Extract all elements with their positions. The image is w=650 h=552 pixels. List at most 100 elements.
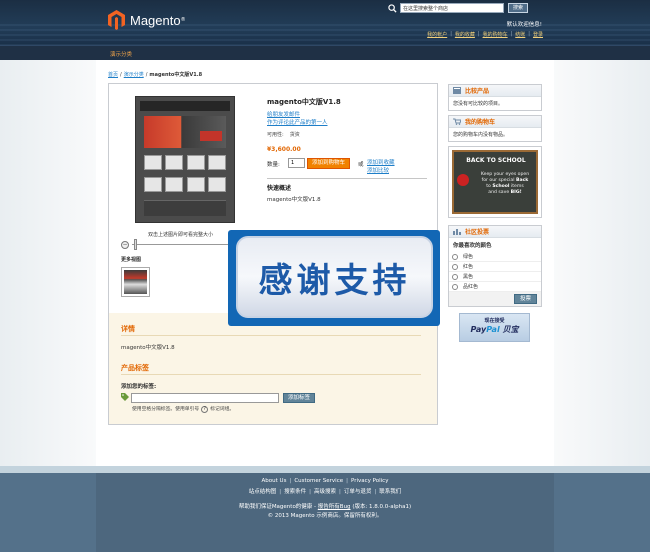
poll-option[interactable]: 红色 [449, 262, 541, 272]
paypal-logo-pay: Pay [470, 325, 487, 334]
footer-privacy-policy[interactable]: Privacy Policy [351, 478, 388, 484]
product-image[interactable] [135, 96, 235, 223]
footer-separator: | [309, 489, 311, 495]
breadcrumb-category[interactable]: 演示分类 [124, 72, 144, 78]
zoom-slider-track[interactable] [132, 244, 232, 245]
tags-heading: 产品标签 [121, 364, 149, 372]
ad-title: BACK TO SCHOOL [466, 157, 526, 164]
more-views-heading: 更多视图 [121, 257, 142, 263]
footer-customer-service[interactable]: Customer Service [294, 478, 343, 484]
footer-links-row-1: About Us | Customer Service | Privacy Policy [0, 478, 650, 484]
vote-button[interactable]: 投票 [513, 294, 537, 304]
ad-line4: items [510, 184, 524, 189]
add-tag-button[interactable]: 添加标签 [283, 393, 316, 403]
link-checkout[interactable]: 结账 [515, 31, 525, 38]
tag-icon [121, 393, 129, 401]
product-image-header [140, 101, 230, 111]
compare-products-block: 比较产品 您没有可比较的项目。 [448, 84, 542, 111]
footer-advanced-search[interactable]: 高级搜索 [314, 489, 336, 495]
footer-separator: | [374, 489, 377, 495]
radio-button[interactable] [452, 263, 458, 270]
link-my-account[interactable]: 我的帐户 [427, 31, 447, 38]
community-poll-title: 社区投票 [465, 229, 490, 236]
search-button[interactable]: 搜索 [508, 3, 529, 13]
nav-item-demo-category[interactable]: 演示分类 [110, 50, 132, 58]
poll-option-label: 绿色 [463, 254, 474, 260]
divider [121, 374, 421, 375]
footer-separator: | [279, 489, 282, 495]
my-cart-title: 我的购物车 [465, 119, 496, 126]
product-image-cell [207, 177, 226, 192]
poll-option[interactable]: 绿色 [449, 252, 541, 262]
product-image-cell [186, 155, 205, 170]
compare-icon [453, 87, 461, 94]
ad-bold2: School [492, 184, 510, 189]
product-image-banner-badge [200, 131, 222, 141]
footer-search-terms[interactable]: 搜索条件 [284, 489, 306, 495]
zoom-slider-handle[interactable] [134, 239, 137, 250]
poll-option[interactable]: 品红色 [449, 282, 541, 292]
breadcrumb-current: magento中文版V1.8 [149, 72, 203, 78]
divider [121, 335, 421, 336]
short-description: magento中文版V1.8 [267, 197, 321, 203]
footer-contact-us[interactable]: 联系我们 [379, 489, 401, 495]
radio-button[interactable] [452, 283, 458, 290]
footer-about-us[interactable]: About Us [262, 478, 287, 484]
tag-input[interactable] [131, 393, 279, 403]
search-bar: 搜索 [388, 3, 529, 13]
quick-links: 我的帐户 | 我的收藏 | 我的购物车 | 结账 | 登录 [427, 31, 543, 38]
ad-bold1: Back [515, 178, 529, 183]
paypal-logo-pal: Pal [486, 325, 500, 334]
tag-label: 添加您的标签: [121, 384, 157, 390]
product-price: ¥3,600.00 [267, 146, 301, 153]
chalkboard: BACK TO SCHOOL Keep your eyes open for o… [452, 150, 538, 214]
footer-orders-returns[interactable]: 订单与退货 [344, 489, 372, 495]
cart-icon [453, 118, 461, 125]
footer-help-text: 帮助我们保证Magento的健康 - [238, 504, 317, 510]
search-input[interactable] [400, 3, 504, 13]
link-login[interactable]: 登录 [533, 31, 543, 38]
welcome-message: 默认欢迎信息! [506, 22, 542, 28]
footer-separator: | [289, 478, 292, 484]
add-to-wishlist-link[interactable]: 添加到收藏 [367, 158, 395, 166]
paypal-logo: PayPal 贝宝 [460, 324, 529, 335]
poll-option[interactable]: 黑色 [449, 272, 541, 282]
site-logo[interactable]: Magento ® [108, 10, 186, 30]
magento-logo-icon [108, 10, 125, 30]
product-image-cell [144, 177, 162, 192]
first-review-link[interactable]: 作为评论此产品的第一人 [267, 118, 328, 126]
availability: 可用性: 货资 [267, 131, 300, 138]
footer-sitemap[interactable]: 站点结构图 [249, 489, 277, 495]
add-to-cart-button[interactable]: 添加到购物车 [307, 158, 351, 169]
footer-report-bugs-link[interactable]: 报告所有Bug [318, 504, 351, 510]
poll-option-label: 品红色 [463, 284, 479, 290]
radio-button[interactable] [452, 273, 458, 280]
main-nav: 演示分类 [0, 45, 650, 60]
thanks-overlay-panel: 感谢支持 [236, 236, 433, 318]
compare-products-header: 比较产品 [449, 85, 541, 97]
qty-input[interactable] [288, 158, 305, 168]
ad-line2: for our special [481, 178, 515, 183]
link-my-wishlist[interactable]: 我的收藏 [455, 31, 475, 38]
zoom-out-icon[interactable]: − [121, 241, 129, 249]
logo-registered-mark: ® [180, 17, 186, 23]
product-image-cell [165, 177, 184, 192]
add-to-compare-link[interactable]: 添加比较 [367, 166, 389, 174]
footer-band [0, 466, 650, 473]
radio-button[interactable] [452, 253, 458, 260]
availability-value: 货资 [289, 132, 300, 138]
breadcrumb-separator: / [120, 72, 122, 78]
community-poll-block: 社区投票 你最喜欢的颜色 绿色 红色 黑色 品红色 投票 [448, 225, 542, 307]
breadcrumb-home[interactable]: 首页 [108, 72, 118, 78]
poll-icon [453, 229, 461, 235]
footer-copyright: © 2013 Magento 示例商店。保留所有权利。 [267, 513, 383, 519]
product-image-cell [207, 155, 226, 170]
product-image-cell [165, 155, 184, 170]
paypal-accepted-text: 现在接受 [484, 318, 505, 324]
link-my-cart[interactable]: 我的购物车 [483, 31, 508, 38]
more-views-thumbnail[interactable] [121, 267, 150, 297]
email-friend-link[interactable]: 给朋友发邮件 [267, 110, 300, 118]
poll-option-label: 红色 [463, 264, 474, 270]
paypal-badge[interactable]: 现在接受 PayPal 贝宝 [459, 313, 530, 342]
back-to-school-ad[interactable]: BACK TO SCHOOL Keep your eyes open for o… [448, 146, 542, 218]
